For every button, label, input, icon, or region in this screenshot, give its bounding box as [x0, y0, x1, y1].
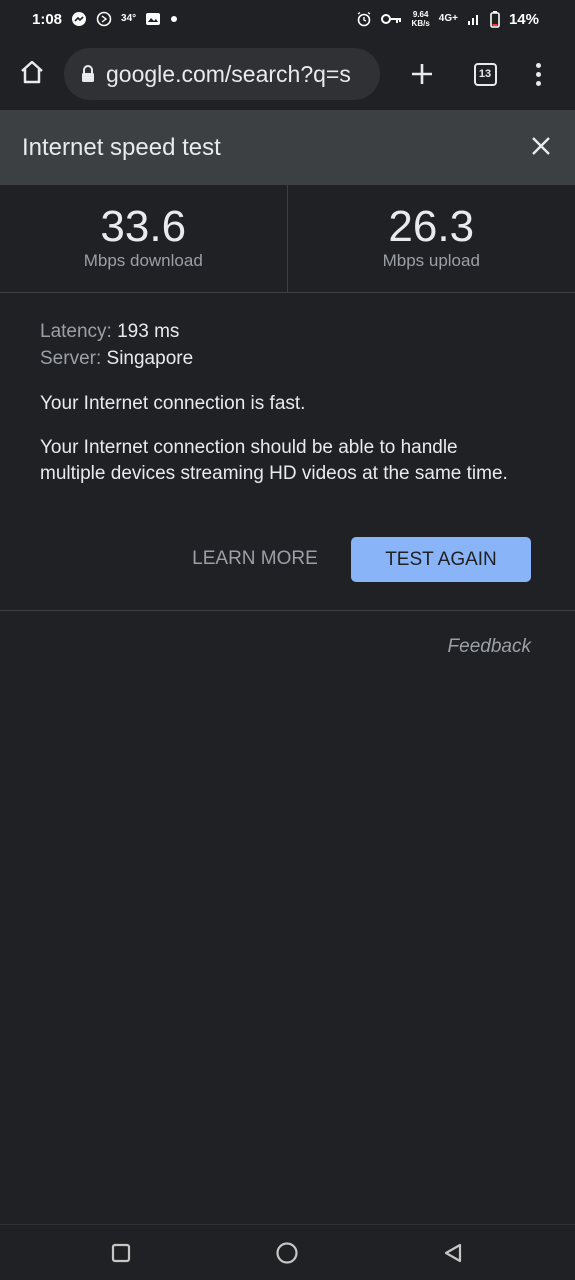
- speed-test-header: Internet speed test: [0, 110, 575, 185]
- network-speed: 9.64 KB/s: [412, 10, 430, 28]
- latency-key: Latency:: [40, 321, 112, 342]
- home-nav-icon: [276, 1242, 298, 1264]
- status-left: 1:08 34°: [32, 11, 178, 28]
- status-time: 1:08: [32, 10, 63, 28]
- url-text: google.com/search?q=s: [106, 60, 351, 87]
- server-line: Server: Singapore: [40, 345, 540, 372]
- recents-icon: [111, 1243, 131, 1263]
- speed-details: Latency: 193 ms Server: Singapore Your I…: [40, 318, 540, 487]
- plus-icon: [412, 64, 432, 84]
- speed-results: 33.6 Mbps download 26.3 Mbps upload: [0, 185, 575, 293]
- upload-result: 26.3 Mbps upload: [288, 185, 575, 293]
- server-value: Singapore: [106, 348, 194, 369]
- description-text: Your Internet connection should be able …: [40, 437, 508, 484]
- browser-toolbar: google.com/search?q=s 13: [0, 38, 575, 110]
- network-speed-value: 9.64: [412, 10, 429, 19]
- download-label: Mbps download: [83, 251, 203, 270]
- download-value: 33.6: [100, 202, 187, 251]
- url-bar[interactable]: google.com/search?q=s: [64, 48, 380, 100]
- gallery-notification-icon: [145, 11, 161, 27]
- temperature: 34°: [121, 13, 137, 24]
- upload-value: 26.3: [388, 202, 475, 251]
- home-button[interactable]: [14, 54, 50, 90]
- messenger-icon: [71, 11, 87, 27]
- more-vert-icon[interactable]: [524, 56, 552, 92]
- notification-dot-icon: [170, 15, 178, 23]
- new-tab-button[interactable]: [404, 56, 440, 92]
- status-bar: 1:08 34° 9.64 KB/s 4G+ 14%: [0, 0, 575, 38]
- learn-more-button[interactable]: LEARN MORE: [180, 537, 330, 581]
- battery-icon: [490, 10, 500, 28]
- feedback-link[interactable]: Feedback: [448, 636, 531, 658]
- close-icon: [532, 137, 550, 155]
- close-button[interactable]: [529, 134, 553, 158]
- tab-count: 13: [473, 62, 497, 86]
- signal-icon: [467, 12, 481, 26]
- divider: [0, 610, 575, 611]
- back-button[interactable]: [441, 1241, 465, 1265]
- server-key: Server:: [40, 348, 102, 369]
- network-speed-unit: KB/s: [411, 19, 430, 28]
- summary-text: Your Internet connection is fast.: [40, 393, 306, 414]
- battery-percent: 14%: [508, 10, 539, 28]
- home-nav-button[interactable]: [275, 1241, 299, 1265]
- tab-switcher-button[interactable]: 13: [470, 59, 500, 89]
- alarm-icon: [356, 11, 372, 27]
- status-right: 9.64 KB/s 4G+ 14%: [356, 10, 539, 28]
- card-title: Internet speed test: [22, 133, 221, 161]
- system-nav-bar: [0, 1224, 575, 1280]
- vpn-key-icon: [380, 12, 403, 26]
- latency-line: Latency: 193 ms: [40, 318, 540, 345]
- home-icon: [21, 60, 43, 84]
- whatsapp-icon: [96, 11, 112, 27]
- upload-label: Mbps upload: [382, 251, 480, 270]
- download-result: 33.6 Mbps download: [0, 185, 288, 293]
- test-again-button[interactable]: TEST AGAIN: [351, 537, 531, 582]
- recents-button[interactable]: [109, 1241, 133, 1265]
- latency-value: 193 ms: [117, 321, 180, 342]
- back-icon: [444, 1243, 462, 1263]
- network-type: 4G+: [438, 13, 458, 24]
- lock-icon: [78, 63, 98, 85]
